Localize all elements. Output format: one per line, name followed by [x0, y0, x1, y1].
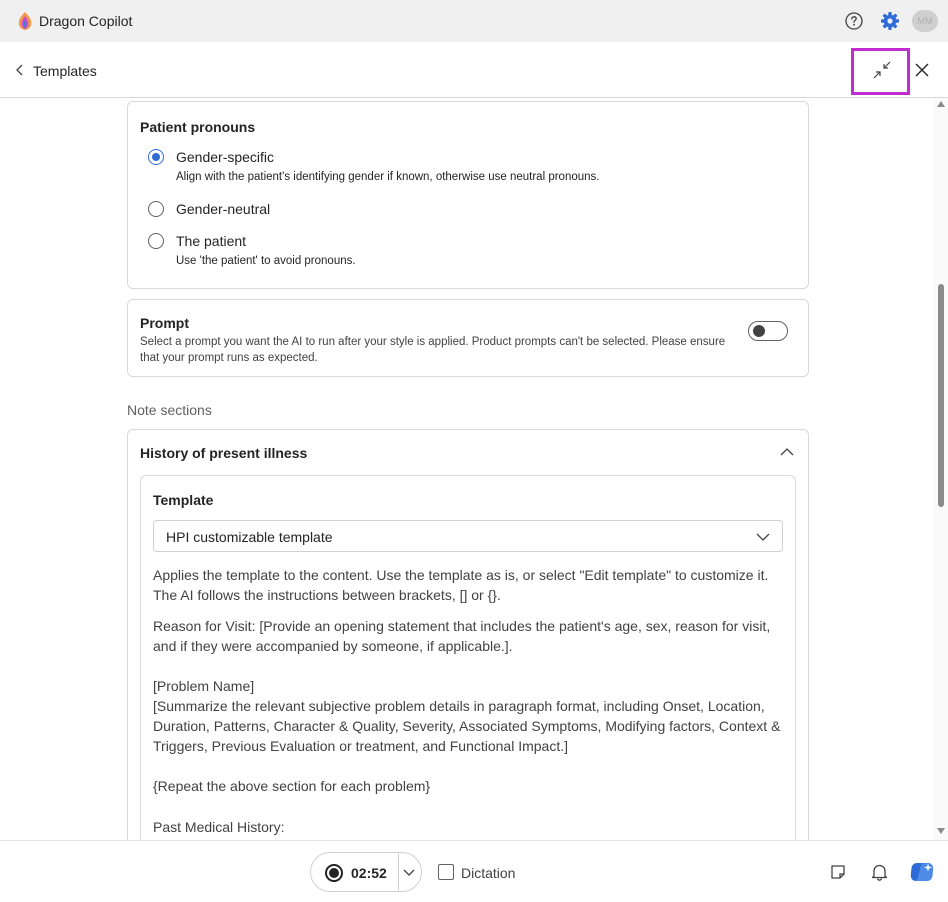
scrollbar-thumb[interactable] [938, 284, 944, 507]
radio-the-patient[interactable] [148, 233, 164, 249]
dragon-copilot-logo-icon [18, 12, 32, 30]
close-icon[interactable] [914, 62, 930, 78]
bottom-bar: 02:52 Dictation [0, 840, 948, 902]
radio-label-the-patient[interactable]: The patient [176, 233, 246, 249]
prompt-description: Select a prompt you want the AI to run a… [140, 336, 726, 364]
scroll-down-arrow-icon[interactable] [937, 828, 945, 834]
nav-bar: Templates [0, 42, 948, 98]
template-intro: Applies the template to the content. Use… [153, 567, 769, 603]
help-icon[interactable] [845, 12, 863, 30]
recording-timer: 02:52 [351, 865, 387, 881]
radio-desc-the-patient: Use 'the patient' to avoid pronouns. [176, 255, 356, 267]
dictation-label[interactable]: Dictation [461, 865, 515, 881]
radio-label-gender-neutral[interactable]: Gender-neutral [176, 201, 270, 217]
pronouns-title: Patient pronouns [140, 119, 256, 135]
chevron-down-icon [756, 533, 770, 541]
recording-divider [398, 853, 399, 891]
app-title: Dragon Copilot [39, 13, 133, 29]
sticky-note-icon[interactable] [830, 864, 846, 880]
template-card: Template HPI customizable template Appli… [140, 475, 796, 875]
template-select-value: HPI customizable template [166, 529, 333, 545]
template-body-line: [Summarize the relevant subjective probl… [153, 698, 781, 754]
gear-icon[interactable] [880, 11, 900, 31]
toggle-knob [753, 325, 765, 337]
template-select[interactable]: HPI customizable template [153, 520, 783, 552]
collapse-icon[interactable] [873, 61, 891, 79]
title-bar: Dragon Copilot MM [0, 0, 948, 42]
dictation-checkbox[interactable] [438, 864, 454, 880]
scroll-up-arrow-icon[interactable] [937, 101, 945, 107]
section-title[interactable]: History of present illness [140, 445, 307, 461]
radio-desc-gender-specific: Align with the patient's identifying gen… [176, 171, 600, 183]
copilot-icon[interactable] [910, 861, 934, 883]
template-body-line: {Repeat the above section for each probl… [153, 778, 431, 794]
patient-pronouns-card: Patient pronouns Gender-specific Align w… [127, 101, 809, 289]
avatar[interactable]: MM [912, 10, 938, 32]
radio-label-gender-specific[interactable]: Gender-specific [176, 149, 274, 165]
template-body-line: Past Medical History: [153, 819, 285, 835]
radio-gender-specific[interactable] [148, 149, 164, 165]
recording-control[interactable]: 02:52 [310, 852, 422, 892]
template-body-line: [Problem Name] [153, 678, 255, 694]
template-body-line: Reason for Visit: [Provide an opening st… [153, 618, 771, 654]
record-icon[interactable] [325, 864, 343, 882]
radio-gender-neutral[interactable] [148, 201, 164, 217]
prompt-card: Prompt Select a prompt you want the AI t… [127, 299, 809, 377]
back-to-templates-link[interactable]: Templates [33, 63, 97, 79]
bell-icon[interactable] [871, 863, 888, 881]
prompt-toggle[interactable] [748, 321, 788, 341]
prompt-title: Prompt [140, 315, 189, 331]
chevron-down-icon[interactable] [403, 868, 415, 877]
chevron-up-icon[interactable] [780, 447, 794, 457]
hpi-section-card: History of present illness Template HPI … [127, 429, 809, 875]
note-sections-heading: Note sections [127, 402, 212, 418]
chevron-left-icon[interactable] [15, 64, 25, 76]
template-label: Template [153, 492, 214, 508]
